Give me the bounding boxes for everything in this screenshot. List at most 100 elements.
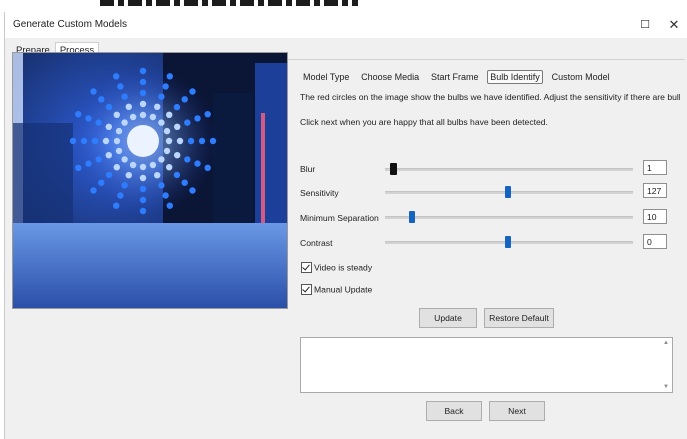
led-bulb [125, 172, 132, 179]
led-bulb [154, 103, 161, 110]
sensitivity-slider-track[interactable] [385, 186, 633, 198]
video-steady-check-icon[interactable] [301, 262, 312, 274]
led-bulb [139, 111, 147, 119]
led-bulb [121, 93, 128, 100]
step-choose-media[interactable]: Choose Media [358, 70, 422, 84]
screen-top-strip [0, 0, 687, 12]
led-bulb [181, 96, 188, 103]
led-bulb [117, 83, 124, 90]
led-bulb [176, 137, 184, 145]
led-bulb [139, 89, 147, 97]
led-bulb [184, 156, 191, 163]
led-bulb [162, 192, 169, 199]
led-bulb [158, 182, 165, 189]
step-bulb-identify[interactable]: Bulb Identify [487, 70, 543, 84]
led-bulb [139, 196, 147, 204]
led-bulb [163, 147, 171, 155]
min-separation-slider-track[interactable] [385, 211, 633, 223]
obscured-banner [100, 0, 358, 6]
led-bulb [139, 100, 147, 108]
led-bulb [105, 123, 113, 130]
led-bulb [85, 115, 92, 122]
led-bulb [75, 111, 82, 118]
led-bulb [95, 119, 102, 126]
close-icon[interactable]: ✕ [660, 15, 687, 35]
blur-slider-track[interactable] [385, 163, 633, 175]
sensitivity-label: Sensitivity [300, 188, 339, 198]
sensitivity-slider-thumb[interactable] [505, 186, 511, 198]
led-bulb [173, 171, 181, 179]
output-textbox[interactable]: ▲ ▼ [300, 337, 673, 393]
preview-image [13, 53, 287, 308]
back-button[interactable]: Back [426, 401, 482, 421]
led-bulb [139, 174, 147, 182]
step-custom-model[interactable]: Custom Model [549, 70, 613, 84]
min-separation-slider-thumb[interactable] [409, 211, 415, 223]
led-bulb [121, 182, 128, 189]
led-bulb [139, 67, 147, 75]
restore-default-button[interactable]: Restore Default [484, 308, 554, 328]
led-bulb [98, 96, 105, 103]
led-bulb [80, 137, 88, 145]
led-bulb [204, 111, 211, 118]
window-title: Generate Custom Models [13, 19, 127, 30]
led-bulb [149, 161, 157, 169]
led-bulb [166, 164, 173, 171]
step-start-frame[interactable]: Start Frame [428, 70, 482, 84]
led-bulb [121, 156, 128, 163]
led-bulb [162, 83, 169, 90]
manual-update-label: Manual Update [314, 284, 373, 295]
instruction-line-1: The red circles on the image show the bu… [300, 92, 680, 102]
manual-update-check-icon[interactable] [301, 284, 312, 296]
led-bulb [139, 78, 147, 86]
led-bulb [115, 147, 123, 155]
led-bulb [189, 88, 196, 95]
led-bulb [85, 160, 92, 167]
contrast-label: Contrast [300, 238, 333, 248]
scroll-down-icon[interactable]: ▼ [663, 384, 669, 390]
led-bulb [90, 187, 97, 194]
led-bulb [187, 137, 195, 145]
led-bulb [163, 127, 171, 135]
led-bulb [194, 160, 201, 167]
led-bulb [166, 111, 173, 118]
led-bulb [198, 137, 206, 145]
led-bulb [113, 202, 120, 209]
video-steady-checkbox[interactable]: Video is steady [301, 262, 372, 274]
contrast-slider-track[interactable] [385, 236, 633, 248]
title-bar: Generate Custom Models ☐ ✕ [5, 12, 687, 38]
led-bulb [158, 93, 165, 100]
led-bulb [115, 127, 123, 135]
update-button[interactable]: Update [419, 308, 477, 328]
sensitivity-value-field[interactable]: 127 [643, 183, 667, 198]
blur-slider-thumb[interactable] [390, 163, 397, 175]
led-bulb [105, 171, 113, 179]
led-bulb [139, 207, 147, 215]
led-bulb [121, 119, 128, 126]
led-bulb [166, 202, 173, 209]
blur-value-field[interactable]: 1 [643, 160, 667, 175]
led-bulb [181, 179, 188, 186]
led-bulb [149, 113, 157, 121]
led-bulb [189, 187, 196, 194]
led-bulb [102, 137, 110, 145]
maximize-icon[interactable]: ☐ [631, 15, 659, 35]
led-bulb [69, 137, 77, 145]
contrast-value-field[interactable]: 0 [643, 234, 667, 249]
min-separation-value-field[interactable]: 10 [643, 209, 667, 224]
led-bulb [113, 73, 120, 80]
led-bulb [91, 137, 99, 145]
manual-update-checkbox[interactable]: Manual Update [301, 284, 372, 296]
scroll-up-icon[interactable]: ▲ [663, 340, 669, 346]
next-button[interactable]: Next [489, 401, 545, 421]
led-bulb [204, 164, 211, 171]
led-bulb [154, 172, 161, 179]
led-bulb [113, 137, 121, 145]
led-bulb [125, 103, 132, 110]
wizard-steps: Model Type Choose Media Start Frame Bulb… [300, 70, 616, 86]
led-bulb [113, 111, 121, 118]
contrast-slider-thumb[interactable] [505, 236, 511, 248]
led-bulb [95, 156, 102, 163]
led-bulb [105, 152, 113, 159]
step-model-type[interactable]: Model Type [300, 70, 352, 84]
